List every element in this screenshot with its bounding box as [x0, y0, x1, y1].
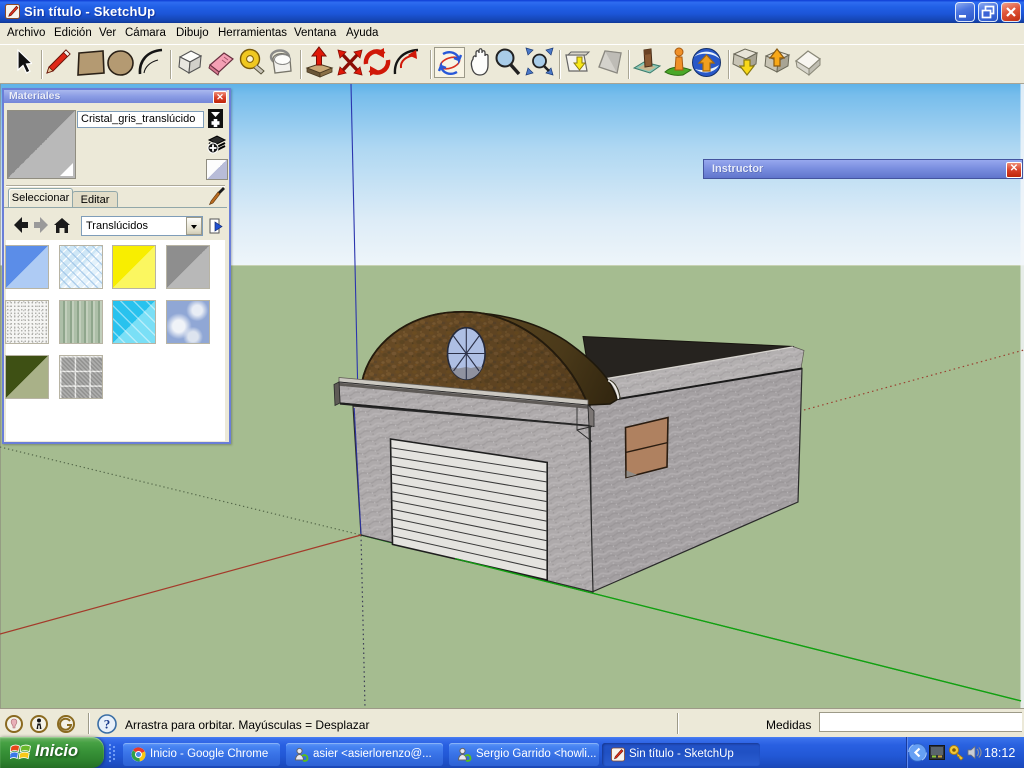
svg-text:?: ?: [104, 717, 111, 732]
